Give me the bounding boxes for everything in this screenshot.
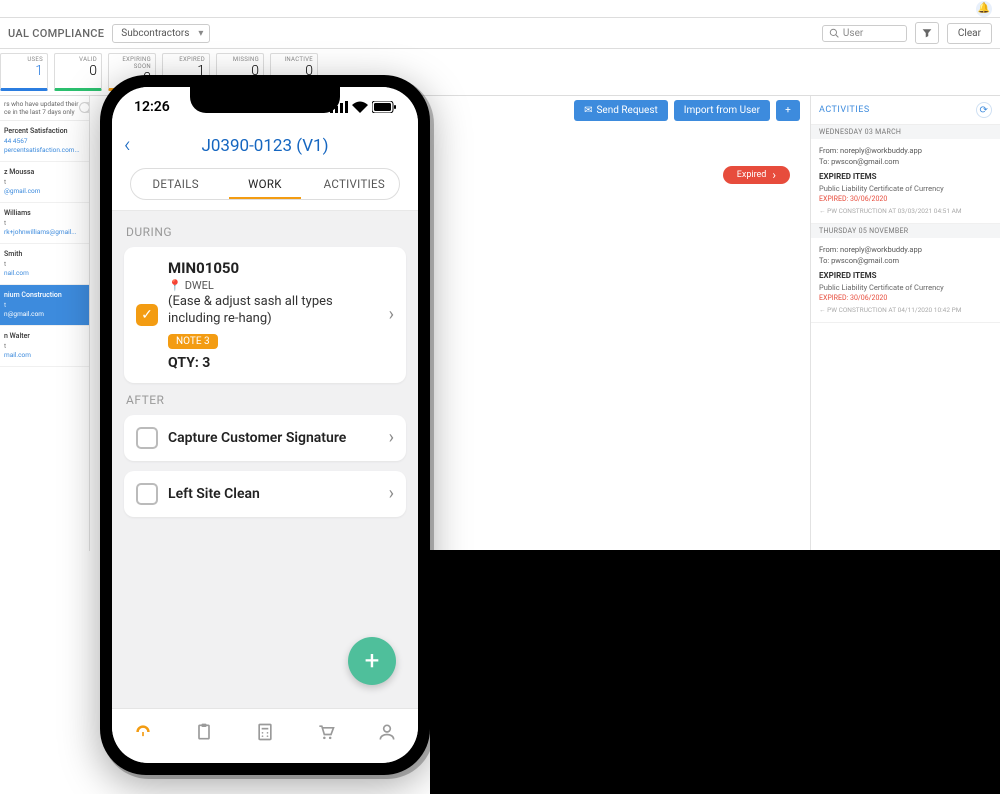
contact-item[interactable]: z Moussat@gmail.com (0, 162, 89, 203)
pin-icon: 📍 (168, 279, 182, 292)
section-during-label: DURING (126, 225, 404, 239)
segmented-control: DETAILS WORK ACTIVITIES (130, 168, 400, 200)
phone-notch (190, 87, 340, 113)
refresh-button[interactable]: ⟳ (976, 102, 992, 118)
expired-badge[interactable]: Expired (723, 166, 790, 184)
job-title: J0390-0123 (V1) (148, 136, 406, 156)
work-item-description: (Ease & adjust sash all types including … (168, 294, 379, 328)
add-button[interactable]: + (776, 100, 800, 121)
filter-button[interactable] (915, 22, 939, 44)
contact-item[interactable]: Smithtnail.com (0, 244, 89, 285)
work-item-location: 📍 DWEL (168, 279, 379, 292)
stat-valid[interactable]: VALID0 (54, 53, 102, 91)
after-task-card[interactable]: Capture Customer Signature › (124, 415, 406, 461)
work-item-card[interactable]: ✓ MIN01050 📍 DWEL (Ease & adjust sash al… (124, 247, 406, 383)
activities-header: ACTIVITIES ⟳ (811, 96, 1000, 125)
checkbox-empty-icon[interactable] (136, 483, 158, 505)
phone-tabbar (112, 708, 418, 763)
topbar: 🔔 (0, 0, 1000, 18)
tab-clipboard-icon[interactable] (192, 720, 216, 744)
search-input[interactable]: User (822, 25, 907, 42)
background-fill (430, 550, 1000, 794)
contact-item[interactable]: nium Constructiontn@gmail.com (0, 285, 89, 326)
filter-icon (922, 28, 932, 38)
stat-uses[interactable]: USES1 (0, 53, 48, 91)
battery-icon (372, 101, 396, 113)
entity-dropdown[interactable]: Subcontractors (112, 24, 210, 43)
clear-button[interactable]: Clear (947, 23, 992, 44)
tab-activities[interactable]: ACTIVITIES (310, 169, 399, 199)
phone-mockup: 12:26 ‹ J0390-0123 (V1) DETAILS WORK ACT… (100, 75, 430, 775)
sidebar: rs who have updated their ce in the last… (0, 96, 90, 551)
tab-dashboard-icon[interactable] (131, 720, 155, 744)
chevron-right-icon: › (389, 427, 394, 448)
after-task-card[interactable]: Left Site Clean › (124, 471, 406, 517)
tab-details[interactable]: DETAILS (131, 169, 220, 199)
activity-item[interactable]: From: noreply@workbuddy.app To: pwscon@g… (811, 139, 1000, 224)
activity-item[interactable]: From: noreply@workbuddy.app To: pwscon@g… (811, 238, 1000, 323)
activity-date: WEDNESDAY 03 MARCH (811, 125, 1000, 139)
fab-add-button[interactable]: + (348, 637, 396, 685)
contact-item[interactable]: Percent Satisfaction44 4567percentsatisf… (0, 121, 89, 162)
tab-calculator-icon[interactable] (253, 720, 277, 744)
import-user-button[interactable]: Import from User (674, 100, 770, 121)
activity-date: THURSDAY 05 NOVEMBER (811, 224, 1000, 238)
tab-work[interactable]: WORK (220, 169, 309, 199)
note-tag[interactable]: NOTE 3 (168, 334, 218, 349)
work-item-qty: QTY: 3 (168, 355, 379, 371)
search-icon (829, 28, 839, 38)
notifications-icon[interactable]: 🔔 (976, 1, 992, 17)
phone-time: 12:26 (134, 99, 170, 115)
checkbox-empty-icon[interactable] (136, 427, 158, 449)
tab-profile-icon[interactable] (375, 720, 399, 744)
chevron-right-icon: › (389, 304, 394, 325)
phone-nav-header: ‹ J0390-0123 (V1) DETAILS WORK ACTIVITIE… (112, 127, 418, 211)
page-title: UAL COMPLIANCE (8, 27, 104, 40)
activities-panel: ACTIVITIES ⟳ WEDNESDAY 03 MARCH From: no… (810, 96, 1000, 551)
back-button[interactable]: ‹ (124, 133, 148, 158)
work-item-code: MIN01050 (168, 259, 379, 277)
contact-item[interactable]: n Waltertmail.com (0, 326, 89, 367)
checkbox-done-icon[interactable]: ✓ (136, 304, 158, 326)
sidebar-filter-note: rs who have updated their ce in the last… (0, 96, 89, 121)
section-after-label: AFTER (126, 393, 404, 407)
chevron-right-icon: › (389, 483, 394, 504)
header: UAL COMPLIANCE Subcontractors User Clear (0, 18, 1000, 49)
action-bar: ✉ Send Request Import from User + (574, 100, 800, 121)
tab-cart-icon[interactable] (314, 720, 338, 744)
wifi-icon (352, 101, 368, 113)
recent-toggle[interactable] (79, 102, 90, 113)
contact-item[interactable]: Williamstrk+johnwilliams@gmail... (0, 203, 89, 244)
mail-icon: ✉ (584, 105, 592, 116)
send-request-button[interactable]: ✉ Send Request (574, 100, 668, 121)
